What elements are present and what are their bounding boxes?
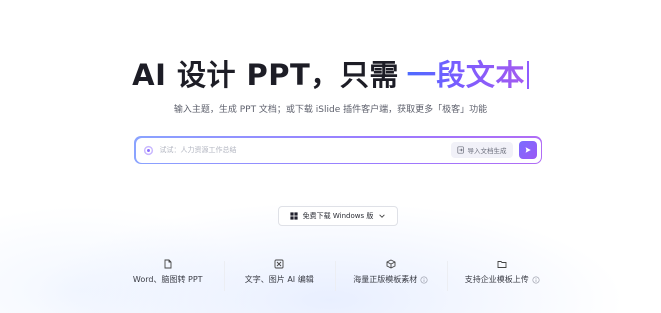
- feature-item-templates: 海量正版模板素材: [335, 259, 447, 299]
- ai-logo-icon: [143, 145, 153, 155]
- generate-send-button[interactable]: [518, 141, 537, 159]
- hero-title-plain: AI 设计 PPT，只需: [132, 58, 399, 92]
- info-icon[interactable]: [420, 275, 428, 284]
- feature-item-enterprise-upload: 支持企业模板上传: [446, 259, 559, 299]
- feature-label: 支持企业模板上传: [464, 275, 529, 284]
- cube-icon: [386, 259, 396, 269]
- info-icon[interactable]: [532, 275, 540, 284]
- import-document-label: 导入文档生成: [467, 147, 507, 155]
- hero-title: AI 设计 PPT，只需 一段文本: [0, 52, 661, 94]
- prompt-box-inner: 导入文档生成: [135, 137, 541, 163]
- typing-caret: [526, 61, 529, 89]
- feature-list: Word、脑图转 PPT 文字、图片 AI 编辑 海量正版模板素材 支持企业模板…: [112, 259, 558, 299]
- download-label: 免费下载 Windows 版: [302, 212, 374, 220]
- prompt-box: 导入文档生成: [134, 136, 542, 164]
- chevron-down-icon: [379, 214, 386, 218]
- folder-icon: [497, 261, 507, 268]
- prompt-input[interactable]: [159, 146, 445, 154]
- download-windows-button[interactable]: 免费下载 Windows 版: [278, 206, 398, 226]
- feature-item-word-to-ppt: Word、脑图转 PPT: [112, 259, 224, 299]
- import-icon: [456, 146, 464, 154]
- send-arrow-icon: [525, 147, 531, 153]
- import-document-button[interactable]: 导入文档生成: [450, 142, 513, 158]
- document-icon: [164, 259, 172, 269]
- feature-label-wrap: 海量正版模板素材: [353, 274, 428, 285]
- feature-label-wrap: 支持企业模板上传: [465, 274, 540, 285]
- image-icon: [274, 259, 284, 269]
- windows-icon: [290, 212, 298, 220]
- feature-label: 文字、图片 AI 编辑: [244, 275, 314, 284]
- hero-subtitle: 输入主题，生成 PPT 文档；或下载 iSlide 插件客户端，获取更多「极客」…: [173, 105, 488, 115]
- feature-label: 海量正版模板素材: [353, 275, 418, 284]
- hero-title-highlight: 一段文本: [406, 58, 525, 92]
- feature-label: Word、脑图转 PPT: [132, 275, 203, 284]
- feature-item-ai-edit: 文字、图片 AI 编辑: [223, 259, 336, 299]
